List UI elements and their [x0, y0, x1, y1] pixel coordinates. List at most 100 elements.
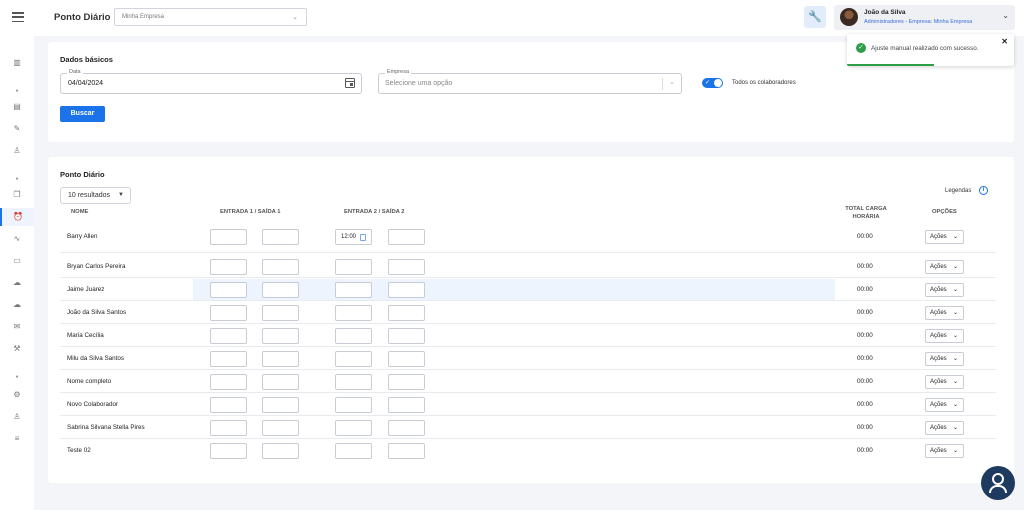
sidebar-item-mail-icon[interactable]: ✉ [0, 318, 34, 336]
entrada-2-input[interactable] [335, 397, 372, 413]
column-header-entrada-saida-1: ENTRADA 1 / SAÍDA 1 [220, 209, 281, 215]
entrada-2-input[interactable] [335, 351, 372, 367]
table-row: Nome completo 00:00 Ações ⌄ [60, 370, 996, 393]
entrada-1-input[interactable] [210, 420, 247, 436]
alarm-clock-icon: ⏰ [13, 212, 23, 221]
entrada-2-input[interactable] [335, 305, 372, 321]
actions-button[interactable]: Ações ⌄ [925, 260, 964, 274]
saida-2-input[interactable] [388, 328, 425, 344]
entrada-1-input[interactable] [210, 259, 247, 275]
sidebar-item-document-icon[interactable]: ▤ [0, 98, 34, 116]
sidebar-item-bar-chart-icon[interactable]: ▥ [0, 54, 34, 72]
actions-button[interactable]: Ações ⌄ [925, 398, 964, 412]
actions-button[interactable]: Ações ⌄ [925, 375, 964, 389]
saida-1-input[interactable] [262, 328, 299, 344]
support-agent-icon [992, 473, 1004, 485]
sidebar-item-wrench-icon[interactable]: ⚒ [0, 340, 34, 358]
saida-1-input[interactable] [262, 282, 299, 298]
actions-label: Ações [930, 379, 947, 385]
entrada-2-input[interactable] [335, 328, 372, 344]
user-menu[interactable]: João da Silva Administradores - Empresa:… [834, 5, 1015, 30]
gear-icon: ⚙ [13, 390, 21, 399]
saida-1-input[interactable] [262, 351, 299, 367]
employee-name: Sabrina Silvana Stella Pires [67, 424, 145, 431]
support-button[interactable] [981, 466, 1015, 500]
sidebar-item-pen-icon[interactable]: ✎ [0, 120, 34, 138]
entrada-2-input[interactable]: 12:00 [335, 229, 372, 245]
entrada-2-input[interactable] [335, 420, 372, 436]
info-icon[interactable]: i [979, 186, 988, 195]
wrench-button[interactable]: 🔧 [804, 6, 826, 28]
saida-1-input[interactable] [262, 305, 299, 321]
saida-2-input[interactable] [388, 305, 425, 321]
sidebar-item-chat-icon[interactable]: ▭ [0, 252, 34, 270]
entrada-1-input[interactable] [210, 397, 247, 413]
actions-button[interactable]: Ações ⌄ [925, 306, 964, 320]
results-per-page-select[interactable]: 10 resultados ▼ [60, 187, 131, 204]
chevron-down-icon: ⌄ [952, 234, 958, 240]
company-select[interactable]: Minha Empresa ⌄ [114, 8, 307, 26]
total-hours: 00:00 [857, 355, 873, 362]
actions-button[interactable]: Ações ⌄ [925, 283, 964, 297]
employee-name: Bryan Carlos Pereira [67, 263, 126, 270]
entrada-2-input[interactable] [335, 282, 372, 298]
saida-2-input[interactable] [388, 420, 425, 436]
saida-1-input[interactable] [262, 443, 299, 459]
actions-button[interactable]: Ações ⌄ [925, 421, 964, 435]
chevron-down-icon: ⌄ [952, 425, 958, 431]
actions-button[interactable]: Ações ⌄ [925, 329, 964, 343]
entrada-2-input[interactable] [335, 374, 372, 390]
calendar-icon[interactable] [345, 78, 355, 88]
saida-1-input[interactable] [262, 420, 299, 436]
saida-1-input[interactable] [262, 397, 299, 413]
saida-1-input[interactable] [262, 374, 299, 390]
saida-2-input[interactable] [388, 229, 425, 245]
saida-1-input[interactable] [262, 259, 299, 275]
entrada-1-input[interactable] [210, 282, 247, 298]
actions-button[interactable]: Ações ⌄ [925, 230, 964, 244]
saida-2-input[interactable] [388, 443, 425, 459]
adjust-icon[interactable] [360, 234, 366, 241]
sidebar-item-list-icon[interactable]: ≡ [0, 430, 34, 448]
total-hours: 00:00 [857, 286, 873, 293]
entrada-2-input[interactable] [335, 443, 372, 459]
sidebar-item-alarm-clock-icon[interactable]: ⏰ [0, 208, 34, 226]
legend-link[interactable]: Legendas [945, 188, 971, 194]
actions-button[interactable]: Ações ⌄ [925, 444, 964, 458]
entrada-1-input[interactable] [210, 374, 247, 390]
date-field[interactable]: Data 04/04/2024 [60, 69, 362, 94]
sidebar-item-gear-icon[interactable]: ⚙ [0, 386, 34, 404]
all-employees-toggle[interactable] [702, 78, 723, 88]
saida-2-input[interactable] [388, 397, 425, 413]
saida-2-input[interactable] [388, 259, 425, 275]
saida-2-input[interactable] [388, 374, 425, 390]
sidebar-item-trend-icon[interactable]: ∿ [0, 230, 34, 248]
wrench-icon: 🔧 [808, 11, 822, 23]
chevron-down-icon: ⌄ [669, 79, 675, 86]
menu-icon[interactable] [12, 12, 24, 23]
sidebar-item-cloud-download-icon[interactable]: ☁ [0, 296, 34, 314]
sidebar-item-person-icon[interactable]: ♙ [0, 142, 34, 160]
search-button[interactable]: Buscar [60, 106, 105, 122]
entrada-1-input[interactable] [210, 229, 247, 245]
entrada-1-input[interactable] [210, 305, 247, 321]
close-icon[interactable]: ✕ [1001, 37, 1008, 46]
actions-button[interactable]: Ações ⌄ [925, 352, 964, 366]
sidebar-item-user-icon[interactable]: ♙ [0, 408, 34, 426]
empresa-select[interactable]: Empresa Selecione uma opção ⌄ [378, 69, 682, 94]
saida-2-input[interactable] [388, 282, 425, 298]
trend-icon: ∿ [13, 234, 21, 243]
entrada-2-input[interactable] [335, 259, 372, 275]
actions-label: Ações [930, 234, 947, 240]
total-hours: 00:00 [857, 332, 873, 339]
chevron-down-icon: ⌄ [952, 333, 958, 339]
cloud-upload-icon: ☁ [13, 278, 21, 287]
entrada-1-input[interactable] [210, 351, 247, 367]
sidebar-item-cloud-upload-icon[interactable]: ☁ [0, 274, 34, 292]
sidebar-item-copy-icon[interactable]: ❐ [0, 186, 34, 204]
saida-2-input[interactable] [388, 351, 425, 367]
chevron-down-icon[interactable]: ⌄ [1002, 11, 1009, 20]
entrada-1-input[interactable] [210, 443, 247, 459]
entrada-1-input[interactable] [210, 328, 247, 344]
saida-1-input[interactable] [262, 229, 299, 245]
